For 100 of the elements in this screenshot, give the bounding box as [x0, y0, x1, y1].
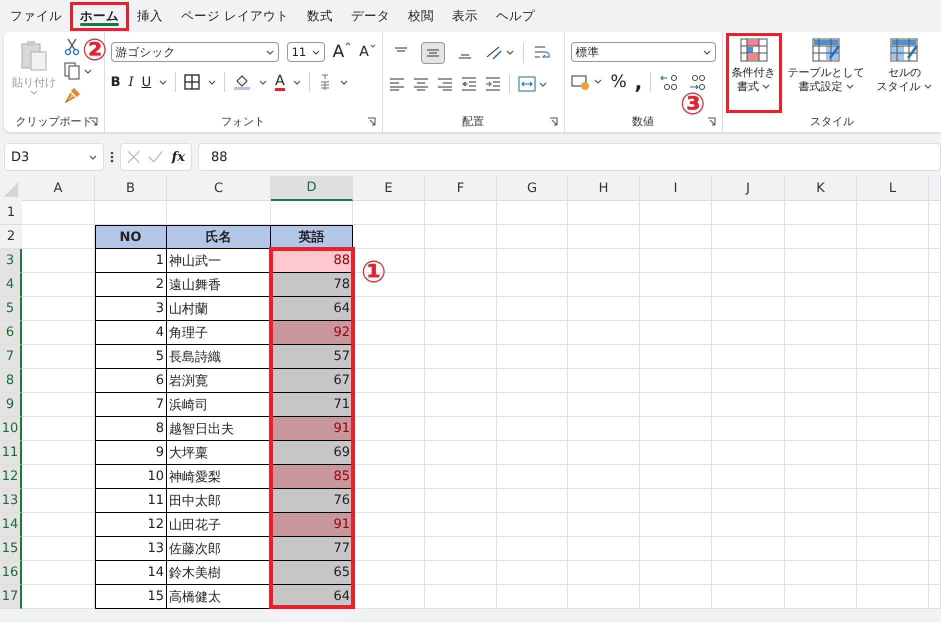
grid-cell[interactable] [929, 369, 941, 393]
grid-cell[interactable] [929, 249, 941, 273]
grid-cell[interactable] [425, 585, 497, 609]
grid-cell[interactable] [497, 249, 568, 273]
caret-icon[interactable] [266, 50, 274, 54]
grid-cell[interactable] [22, 489, 95, 513]
grid-cell[interactable] [785, 225, 857, 249]
row-header[interactable]: 7 [0, 345, 22, 369]
grid-cell[interactable] [712, 249, 785, 273]
caret-icon[interactable] [208, 80, 216, 84]
grid-cell[interactable] [568, 441, 640, 465]
row-header[interactable]: 4 [0, 273, 22, 297]
grid-cell[interactable] [857, 201, 929, 225]
style-button[interactable]: セルの スタイル [874, 36, 935, 110]
caret-icon[interactable] [89, 154, 97, 160]
grid-cell[interactable] [568, 321, 640, 345]
grid-cell[interactable] [353, 441, 425, 465]
grid-cell[interactable] [353, 225, 425, 249]
grid-cell[interactable] [785, 201, 857, 225]
caret-icon[interactable] [702, 50, 710, 54]
grid-cell[interactable] [857, 345, 929, 369]
grid-cell[interactable] [568, 273, 640, 297]
grid-cell[interactable] [712, 441, 785, 465]
grid-cell[interactable] [425, 465, 497, 489]
grid-cell[interactable] [353, 321, 425, 345]
percent-button[interactable]: % [610, 72, 627, 92]
grid-cell[interactable] [785, 513, 857, 537]
dialog-launcher-icon[interactable] [548, 117, 558, 126]
grid-cell[interactable] [497, 489, 568, 513]
style-button[interactable]: 条件付き 書式 [728, 36, 778, 110]
grid-cell[interactable] [785, 345, 857, 369]
column-header[interactable]: A [22, 176, 95, 201]
grid-cell[interactable] [568, 417, 640, 441]
merge-center-icon[interactable] [518, 75, 548, 93]
row-header[interactable]: 13 [0, 489, 22, 513]
borders-icon[interactable] [184, 74, 200, 90]
grid-cell[interactable] [353, 513, 425, 537]
grid-cell[interactable] [857, 393, 929, 417]
grid-cell[interactable] [568, 465, 640, 489]
row-header[interactable]: 14 [0, 513, 22, 537]
grid-cell[interactable] [929, 273, 941, 297]
grid-cell[interactable] [497, 201, 568, 225]
grid-cell[interactable] [22, 465, 95, 489]
menu-tab[interactable]: ヘルプ [488, 4, 543, 28]
grid-cell[interactable] [712, 369, 785, 393]
grid-cell[interactable] [785, 393, 857, 417]
dialog-launcher-icon[interactable] [706, 117, 716, 126]
grid-cell[interactable] [425, 441, 497, 465]
grid-cell[interactable] [785, 561, 857, 585]
row-header[interactable]: 6 [0, 321, 22, 345]
grid-cell[interactable] [425, 273, 497, 297]
grid-cell[interactable] [785, 249, 857, 273]
grid-cell[interactable] [425, 537, 497, 561]
caret-icon[interactable] [846, 84, 854, 90]
row-header[interactable]: 5 [0, 297, 22, 321]
grid-cell[interactable] [22, 441, 95, 465]
grid-cell[interactable] [22, 585, 95, 609]
row-header[interactable]: 12 [0, 465, 22, 489]
caret-icon[interactable] [762, 84, 770, 90]
grid-cell[interactable] [929, 489, 941, 513]
cancel-icon[interactable] [127, 150, 140, 164]
grid-cell[interactable] [497, 345, 568, 369]
grid-cell[interactable] [425, 369, 497, 393]
grid-cell[interactable] [929, 345, 941, 369]
grid-cell[interactable] [568, 393, 640, 417]
grid-cell[interactable] [353, 489, 425, 513]
grid-cell[interactable] [929, 585, 941, 609]
check-icon[interactable] [148, 150, 164, 164]
grid-cell[interactable] [785, 441, 857, 465]
grid-cell[interactable] [353, 561, 425, 585]
name-box[interactable]: D3 [4, 143, 104, 171]
menu-tab[interactable]: ページ レイアウト [173, 4, 297, 28]
caret-icon[interactable] [340, 80, 348, 84]
grid-cell[interactable] [568, 297, 640, 321]
grid-cell[interactable] [929, 393, 941, 417]
grid-cell[interactable] [929, 465, 941, 489]
grid-cell[interactable] [857, 561, 929, 585]
increase-indent-icon[interactable] [484, 77, 501, 91]
grid-cell[interactable] [22, 321, 95, 345]
grid-cell[interactable] [425, 393, 497, 417]
decrease-indent-icon[interactable] [460, 77, 477, 91]
orientation-icon[interactable] [484, 45, 515, 61]
grid-cell[interactable] [497, 513, 568, 537]
grid-cell[interactable] [712, 297, 785, 321]
italic-button[interactable]: I [128, 74, 134, 90]
caret-icon[interactable] [312, 50, 320, 54]
dialog-launcher-icon[interactable] [88, 117, 98, 126]
number-format-field[interactable]: 標準 [570, 42, 716, 62]
font-size-field[interactable]: 11 [286, 42, 325, 62]
grid-cell[interactable] [497, 297, 568, 321]
insert-function-button[interactable]: fx [172, 150, 185, 164]
caret-icon[interactable] [924, 84, 932, 90]
grid-cell[interactable] [857, 537, 929, 561]
grid-cell[interactable] [425, 345, 497, 369]
grid-cell[interactable] [22, 369, 95, 393]
decrease-decimal-icon[interactable] [687, 73, 708, 91]
grid-cell[interactable] [22, 561, 95, 585]
column-header[interactable]: H [568, 176, 640, 201]
grid-cell[interactable] [640, 393, 712, 417]
menu-tab[interactable]: 挿入 [129, 4, 171, 28]
